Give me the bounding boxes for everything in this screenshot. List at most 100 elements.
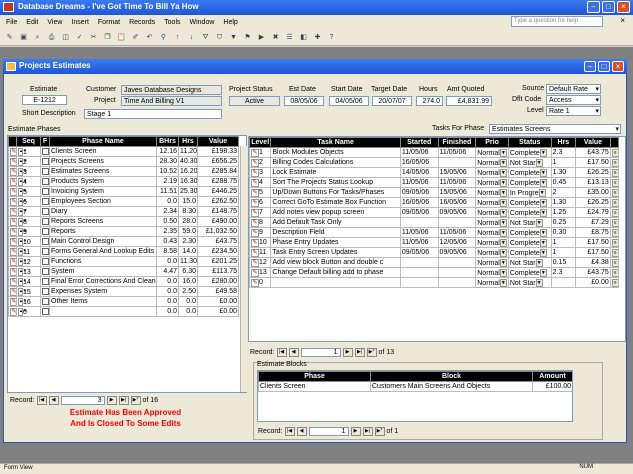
prio-cell[interactable]: Normal▼ [475, 217, 509, 228]
seq-cell[interactable]: ▲▼5 [16, 186, 41, 197]
phase-flag-checkbox[interactable] [42, 257, 49, 265]
notes-icon[interactable]: ≡ [611, 228, 618, 237]
table-row[interactable]: ✎9 Description Field 11/05/06 11/05/06 Norma… [249, 227, 620, 238]
estimate-field[interactable]: E-1212 [22, 95, 67, 105]
close-icon[interactable]: × [617, 1, 630, 13]
seq-cell[interactable]: ▲▼14 [16, 276, 41, 287]
value-cell[interactable]: £148.75 [197, 206, 239, 217]
level-cell[interactable]: ✎2 [249, 157, 272, 168]
edit-record-icon[interactable]: ✎ [10, 147, 16, 156]
table-row[interactable]: ✎5 Up/Down Buttons For Tasks/Phases 09/05/… [249, 187, 620, 198]
phase-flag-checkbox[interactable] [42, 247, 49, 255]
chevron-down-icon[interactable]: ▼ [535, 258, 543, 267]
row-selector-cell[interactable]: ✎ [8, 296, 17, 307]
edit-record-icon[interactable]: ✎ [251, 238, 259, 247]
edit-record-icon[interactable]: ✎ [10, 217, 16, 226]
new-record-nav-icon[interactable]: ▶* [130, 396, 141, 405]
phase-name-cell[interactable]: Other Items [49, 296, 157, 307]
notes-cell[interactable]: ≡ [609, 227, 620, 238]
row-selector-cell[interactable]: ✎ [8, 246, 17, 257]
prio-cell[interactable]: Normal▼ [475, 147, 509, 158]
edit-record-icon[interactable]: ✎ [10, 207, 16, 216]
bhrs-cell[interactable]: 0.50 [156, 216, 179, 227]
table-row[interactable]: ✎ ▲▼3 Estimates Screens 10.52 16.20 £285.84 [8, 166, 239, 177]
tasks-phase-select[interactable]: Estimates Screens [489, 124, 621, 134]
edit-record-icon[interactable]: ✎ [251, 258, 259, 267]
chevron-down-icon[interactable]: ▼ [539, 248, 547, 257]
menu-file[interactable]: File [6, 19, 17, 26]
value-cell[interactable]: £446.25 [197, 186, 239, 197]
started-cell[interactable]: 14/05/06 [399, 167, 439, 178]
chevron-down-icon[interactable]: ▼ [499, 178, 507, 187]
phase-flag-checkbox[interactable] [42, 227, 49, 235]
blocks-last-record-icon[interactable]: ▶| [362, 427, 373, 436]
row-selector-cell[interactable]: ✎ [8, 286, 17, 297]
phase-name-cell[interactable]: Forms General And Lookup Edits [49, 246, 157, 257]
f-cell[interactable] [40, 206, 50, 217]
table-row[interactable]: ✎13 Change Default billing add to phase No… [249, 267, 620, 278]
row-selector-cell[interactable]: ✎ [8, 236, 17, 247]
chevron-down-icon[interactable]: ▼ [499, 168, 507, 177]
f-cell[interactable] [40, 296, 50, 307]
search-icon[interactable]: ⌕ [32, 32, 43, 43]
new-record-icon[interactable]: ▶ [256, 32, 267, 43]
finished-cell[interactable] [437, 217, 477, 228]
table-row[interactable]: ✎ ▲▼13 System 4.47 6.30 £113.75 [8, 266, 239, 277]
notes-cell[interactable]: ≡ [609, 187, 620, 198]
finished-cell[interactable]: 15/05/06 [437, 187, 477, 198]
edit-record-icon[interactable]: ✎ [10, 307, 16, 316]
find-icon[interactable]: ⚑ [242, 32, 253, 43]
edit-record-icon[interactable]: ✎ [251, 218, 259, 227]
task-hrs-cell[interactable]: 0.30 [550, 227, 577, 238]
undo-icon[interactable]: ↶ [144, 32, 155, 43]
block-cell[interactable]: Customers Main Screens And Objects [370, 381, 533, 392]
task-value-cell[interactable]: £7.29 [575, 217, 611, 228]
value-cell[interactable]: £1,032.50 [197, 226, 239, 237]
menu-insert[interactable]: Insert [71, 19, 89, 26]
task-hrs-cell[interactable]: 2 [550, 187, 577, 198]
paste-icon[interactable]: 📋 [116, 32, 127, 43]
app-icon[interactable] [3, 2, 14, 12]
notes-cell[interactable]: ≡ [609, 237, 620, 248]
phase-name-cell[interactable]: System [49, 266, 157, 277]
maximize-icon[interactable]: □ [602, 1, 615, 13]
prio-cell[interactable]: Normal▼ [475, 187, 509, 198]
chevron-down-icon[interactable]: ▼ [539, 198, 547, 207]
phase-name-cell[interactable]: Reports [49, 226, 157, 237]
value-cell[interactable]: £490.00 [197, 216, 239, 227]
level-cell[interactable]: ✎12 [249, 257, 272, 268]
row-selector-cell[interactable]: ✎ [8, 146, 17, 157]
seq-cell[interactable]: ▲▼11 [16, 246, 41, 257]
bhrs-cell[interactable]: 2.34 [156, 206, 179, 217]
prio-cell[interactable]: Normal▼ [475, 167, 509, 178]
notes-icon[interactable]: ≡ [611, 268, 618, 277]
level-cell[interactable]: ✎9 [249, 227, 272, 238]
bhrs-cell[interactable]: 28.30 [156, 156, 179, 167]
database-window-icon[interactable]: ◧ [298, 32, 309, 43]
table-row[interactable]: ✎ ▲▼2 Projects Screens 28.30 40.30 £656.25 [8, 156, 239, 167]
task-hrs-cell[interactable]: 1.30 [550, 197, 577, 208]
phase-name-cell[interactable]: Employees Section [49, 196, 157, 207]
tasks-last-record-icon[interactable]: ▶| [354, 348, 365, 357]
value-cell[interactable]: £113.75 [197, 266, 239, 277]
task-name-cell[interactable]: Task Entry Screen Updates [270, 247, 401, 258]
short-description-field[interactable]: Stage 1 [84, 109, 222, 119]
col-prio[interactable]: Prio [475, 137, 509, 148]
chevron-down-icon[interactable]: ▼ [499, 258, 507, 267]
f-cell[interactable] [40, 146, 50, 157]
notes-icon[interactable]: ≡ [611, 218, 618, 227]
task-name-cell[interactable]: Block Modules Objects [270, 147, 401, 158]
edit-record-icon[interactable]: ✎ [10, 287, 16, 296]
started-cell[interactable]: 16/05/06 [399, 197, 439, 208]
task-hrs-cell[interactable] [550, 277, 577, 288]
tasks-first-record-icon[interactable]: |◀ [276, 348, 287, 357]
edit-record-icon[interactable]: ✎ [10, 197, 16, 206]
blocks-first-record-icon[interactable]: |◀ [284, 427, 295, 436]
blocks-next-record-icon[interactable]: ▶ [350, 427, 361, 436]
phase-name-cell[interactable]: Reports Screens [49, 216, 157, 227]
task-name-cell[interactable]: Lock Estimate [270, 167, 401, 178]
col-block-phase[interactable]: Phase [258, 371, 371, 382]
col-task-hrs[interactable]: Hrs [550, 137, 577, 148]
bhrs-cell[interactable]: 12.16 [156, 146, 179, 157]
bhrs-cell[interactable]: 2.35 [156, 226, 179, 237]
